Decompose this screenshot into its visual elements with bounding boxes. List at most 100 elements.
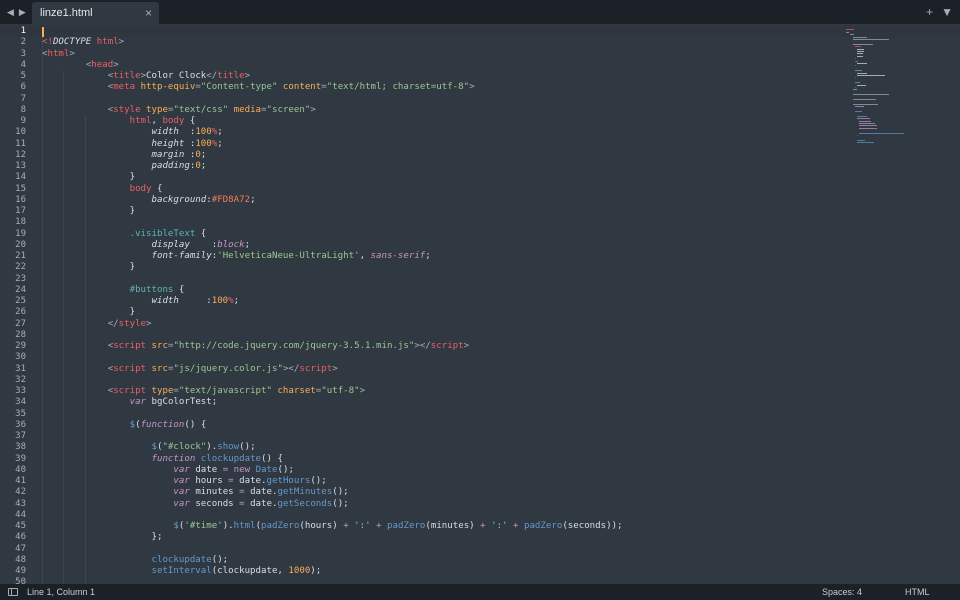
code-line[interactable]: var bgColorTest; xyxy=(42,397,840,408)
code-line[interactable]: <style type="text/css" media="screen"> xyxy=(42,105,840,116)
code-token: > xyxy=(332,363,338,374)
code-token: clockupdate xyxy=(151,554,212,565)
code-line[interactable]: margin :0; xyxy=(42,150,840,161)
code-line[interactable]: <script src="http://code.jquery.com/jque… xyxy=(42,341,840,352)
tab-file[interactable]: linze1.html × xyxy=(32,2,159,24)
status-bar: Line 1, Column 1 Spaces: 4 HTML xyxy=(0,584,960,600)
code-line[interactable]: $('#time').html(padZero(hours) + ':' + p… xyxy=(42,521,840,532)
cursor-position[interactable]: Line 1, Column 1 xyxy=(27,584,95,600)
code-token: ); xyxy=(310,566,322,576)
code-line[interactable]: background:#FD8A72; xyxy=(42,195,840,206)
code-token: type xyxy=(146,104,168,115)
code-line[interactable]: .visibleText { xyxy=(42,229,840,240)
line-number: 50 xyxy=(15,577,26,584)
line-number-gutter[interactable]: 1 2 3 4 5 6 7 8 9 10 11 12 13 14 15 16 17 18 19 20 21 22 23 24 2… xyxy=(0,24,30,584)
minimap-line xyxy=(857,135,859,136)
code-line[interactable] xyxy=(42,431,840,442)
code-token: : xyxy=(178,127,196,138)
code-token: ; xyxy=(217,127,223,138)
code-line[interactable]: } xyxy=(42,262,840,273)
code-line[interactable]: function clockupdate() { xyxy=(42,454,840,465)
code-line[interactable]: } xyxy=(42,206,840,217)
code-area[interactable]: <!DOCTYPE html> <html> <head> <title>Colo… xyxy=(42,26,840,584)
chevron-down-icon[interactable]: ▼ xyxy=(941,5,953,19)
code-line[interactable]: #buttons { xyxy=(42,285,840,296)
code-line[interactable] xyxy=(42,510,840,521)
minimap-line xyxy=(854,87,856,88)
code-token: ; xyxy=(200,149,207,160)
code-line[interactable]: <html> xyxy=(42,49,840,60)
tabbar-actions: + ▼ xyxy=(926,0,953,24)
minimap-line xyxy=(854,106,864,108)
sidebar-toggle-icon[interactable] xyxy=(8,588,18,596)
code-line[interactable]: var minutes = date.getMinutes(); xyxy=(42,487,840,498)
code-token: padZero xyxy=(387,521,426,531)
code-line[interactable]: font-family:'HelveticaNeue-UltraLight', … xyxy=(42,251,840,262)
code-token: (minutes) xyxy=(425,521,481,531)
code-token: > xyxy=(469,82,475,93)
code-line[interactable]: setInterval(clockupdate, 1000); xyxy=(42,566,840,577)
code-line[interactable]: <script type="text/javascript" charset="… xyxy=(42,386,840,397)
minimap-line xyxy=(852,36,867,38)
code-token: > xyxy=(118,37,125,48)
code-line[interactable]: width :100%; xyxy=(42,127,840,138)
plus-icon[interactable]: + xyxy=(926,5,933,19)
code-token: bgColorTest; xyxy=(146,397,218,408)
line-number: 13 xyxy=(15,161,26,171)
code-line[interactable]: $(function() { xyxy=(42,420,840,431)
code-line[interactable]: <meta http-equiv="Content-type" content=… xyxy=(42,82,840,93)
code-line[interactable]: var seconds = date.getSeconds(); xyxy=(42,499,840,510)
code-line[interactable]: html, body { xyxy=(42,116,840,127)
code-line[interactable] xyxy=(42,217,840,228)
code-line[interactable]: display :block; xyxy=(42,240,840,251)
code-line[interactable] xyxy=(42,352,840,363)
line-number: 7 xyxy=(20,93,26,104)
code-line[interactable]: var date = new Date(); xyxy=(42,465,840,476)
code-token: #FD8A72 xyxy=(211,194,251,205)
code-token: '#time' xyxy=(184,521,223,531)
chevron-left-icon[interactable]: ◀ xyxy=(7,7,14,18)
code-token: "text/html; charset=utf-8" xyxy=(326,82,470,93)
code-line[interactable]: } xyxy=(42,172,840,183)
code-token: "screen" xyxy=(266,104,311,115)
code-line[interactable]: width :100%; xyxy=(42,296,840,307)
line-number: 24 xyxy=(15,284,26,295)
syntax-selector[interactable]: HTML xyxy=(905,584,930,600)
code-line[interactable] xyxy=(42,330,840,341)
code-token: > xyxy=(244,71,251,81)
code-line[interactable]: height :100%; xyxy=(42,139,840,150)
code-line[interactable]: padding:0; xyxy=(42,161,840,172)
code-token: } xyxy=(42,262,136,273)
code-line[interactable]: <!DOCTYPE html> xyxy=(42,37,840,48)
code-line[interactable]: <head> xyxy=(42,60,840,71)
code-editor[interactable]: 1 2 3 4 5 6 7 8 9 10 11 12 13 14 15 16 17 18 19 20 21 22 23 24 2… xyxy=(0,24,960,584)
code-line[interactable]: <title>Color Clock</title> xyxy=(42,71,840,82)
code-line[interactable]: } xyxy=(42,307,840,318)
line-number: 30 xyxy=(15,352,26,363)
indentation-setting[interactable]: Spaces: 4 xyxy=(822,584,862,600)
code-line[interactable] xyxy=(42,26,840,37)
code-line[interactable] xyxy=(42,94,840,105)
code-line[interactable] xyxy=(42,375,840,386)
code-line[interactable]: $("#clock").show(); xyxy=(42,442,840,453)
code-line[interactable] xyxy=(42,409,840,420)
code-line[interactable] xyxy=(42,577,840,584)
code-line[interactable]: </style> xyxy=(42,319,840,330)
chevron-right-icon[interactable]: ▶ xyxy=(19,7,26,18)
code-line[interactable]: <script src="js/jquery.color.js"></scrip… xyxy=(42,364,840,375)
code-token: date xyxy=(189,464,223,475)
code-line[interactable] xyxy=(42,274,840,285)
code-line[interactable]: body { xyxy=(42,184,840,195)
code-line[interactable] xyxy=(42,544,840,555)
code-token: (); xyxy=(332,487,349,498)
line-number: 37 xyxy=(15,431,26,441)
minimap[interactable] xyxy=(840,24,960,584)
close-icon[interactable]: × xyxy=(145,2,152,24)
minimap-line xyxy=(852,94,889,96)
code-line[interactable]: }; xyxy=(42,532,840,543)
code-token: </ xyxy=(107,318,119,329)
code-line[interactable]: clockupdate(); xyxy=(42,555,840,566)
line-number: 19 xyxy=(15,228,26,239)
code-line[interactable]: var hours = date.getHours(); xyxy=(42,476,840,487)
